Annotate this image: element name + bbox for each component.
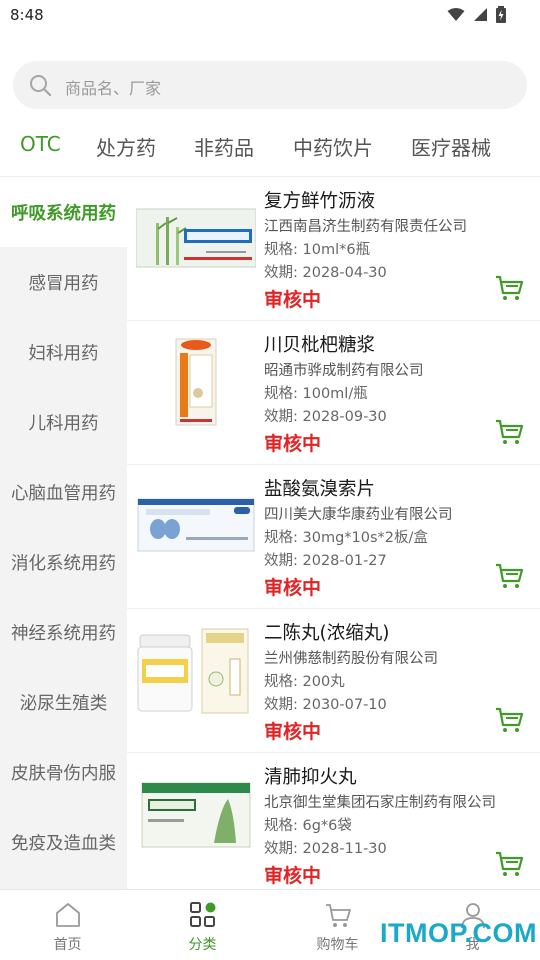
product-item[interactable]: 复方鲜竹沥液 江西南昌济生制药有限责任公司 规格: 10ml*6瓶 效期: 20… [127,177,540,321]
product-manufacturer: 昭通市骅成制药有限公司 [264,363,424,379]
tab-otc[interactable]: OTC [20,132,61,156]
sidebar-item-digestive[interactable]: 消化系统用药 [0,527,127,597]
cart-icon[interactable] [494,417,524,447]
search-input[interactable]: 商品名、厂家 [13,61,527,109]
product-expiry: 效期: 2028-04-30 [264,265,387,281]
product-image [137,628,249,714]
product-expiry: 效期: 2028-11-30 [264,841,387,857]
category-grid-icon [190,902,216,927]
sidebar-item-immune[interactable]: 免疫及造血类 [0,807,127,877]
product-item[interactable]: 清肺抑火丸 北京御生堂集团石家庄制药有限公司 规格: 6g*6袋 效期: 202… [127,753,540,889]
product-name: 复方鲜竹沥液 [264,191,376,212]
product-image [137,498,255,552]
product-list: 复方鲜竹沥液 江西南昌济生制药有限责任公司 规格: 10ml*6瓶 效期: 20… [127,177,540,889]
product-image [141,782,251,848]
sidebar-item-gynecology[interactable]: 妇科用药 [0,317,127,387]
signal-icon [474,8,487,21]
product-name: 川贝枇杷糖浆 [264,335,376,356]
status-icons [447,6,506,23]
nav-home[interactable]: 首页 [0,890,135,960]
product-item[interactable]: 盐酸氨溴索片 四川美大康华康药业有限公司 规格: 30mg*10s*2板/盒 效… [127,465,540,609]
review-status: 审核中 [264,289,322,311]
home-icon [56,903,80,927]
tab-non-drug[interactable]: 非药品 [194,132,254,161]
nav-category-label: 分类 [188,937,217,953]
nav-category[interactable]: 分类 [135,890,270,960]
shopping-cart-icon [326,904,351,927]
sidebar-item-pediatric[interactable]: 儿科用药 [0,387,127,457]
product-expiry: 效期: 2028-09-30 [264,409,387,425]
battery-icon [496,6,506,23]
product-spec: 规格: 10ml*6瓶 [264,242,371,258]
review-status: 审核中 [264,721,322,743]
product-image [175,338,217,426]
product-expiry: 效期: 2028-01-27 [264,553,387,569]
product-manufacturer: 北京御生堂集团石家庄制药有限公司 [264,795,496,811]
sidebar-item-cardio[interactable]: 心脑血管用药 [0,457,127,527]
product-item[interactable]: 川贝枇杷糖浆 昭通市骅成制药有限公司 规格: 100ml/瓶 效期: 2028-… [127,321,540,465]
wifi-icon [447,8,465,21]
product-name: 盐酸氨溴索片 [264,479,376,500]
tab-herbal-pieces[interactable]: 中药饮片 [293,132,373,161]
sidebar-item-urogenital[interactable]: 泌尿生殖类 [0,667,127,737]
cart-icon[interactable] [494,705,524,735]
sidebar-item-cold[interactable]: 感冒用药 [0,247,127,317]
status-bar: 8:48 [0,0,540,32]
sidebar-item-neuro[interactable]: 神经系统用药 [0,597,127,667]
review-status: 审核中 [264,577,322,599]
cart-icon[interactable] [494,273,524,303]
category-tabs: OTC 处方药 非药品 中药饮片 医疗器械 [0,126,540,166]
search-icon [30,75,52,97]
product-spec: 规格: 30mg*10s*2板/盒 [264,530,428,546]
product-expiry: 效期: 2030-07-10 [264,697,387,713]
nav-home-label: 首页 [53,937,82,953]
sidebar-item-respiratory[interactable]: 呼吸系统用药 [0,177,127,247]
product-name: 清肺抑火丸 [264,767,357,788]
status-time: 8:48 [10,6,44,24]
sidebar-item-skin-bone[interactable]: 皮肤骨伤内服 [0,737,127,807]
product-spec: 规格: 100ml/瓶 [264,386,368,402]
search-placeholder: 商品名、厂家 [65,79,162,98]
watermark: ITMOP.COM [380,918,538,948]
sidebar: 呼吸系统用药 感冒用药 妇科用药 儿科用药 心脑血管用药 消化系统用药 神经系统… [0,177,127,889]
cart-icon[interactable] [494,849,524,879]
tab-prescription[interactable]: 处方药 [96,132,156,161]
tab-medical-devices[interactable]: 医疗器械 [411,132,491,161]
product-item[interactable]: 二陈丸(浓缩丸) 兰州佛慈制药股份有限公司 规格: 200丸 效期: 2030-… [127,609,540,753]
review-status: 审核中 [264,865,322,887]
product-manufacturer: 兰州佛慈制药股份有限公司 [264,651,438,667]
product-image [136,208,256,268]
product-name: 二陈丸(浓缩丸) [264,623,390,644]
product-manufacturer: 江西南昌济生制药有限责任公司 [264,219,467,235]
product-spec: 规格: 6g*6袋 [264,818,352,834]
product-spec: 规格: 200丸 [264,674,345,690]
review-status: 审核中 [264,433,322,455]
product-manufacturer: 四川美大康华康药业有限公司 [264,507,453,523]
cart-icon[interactable] [494,561,524,591]
